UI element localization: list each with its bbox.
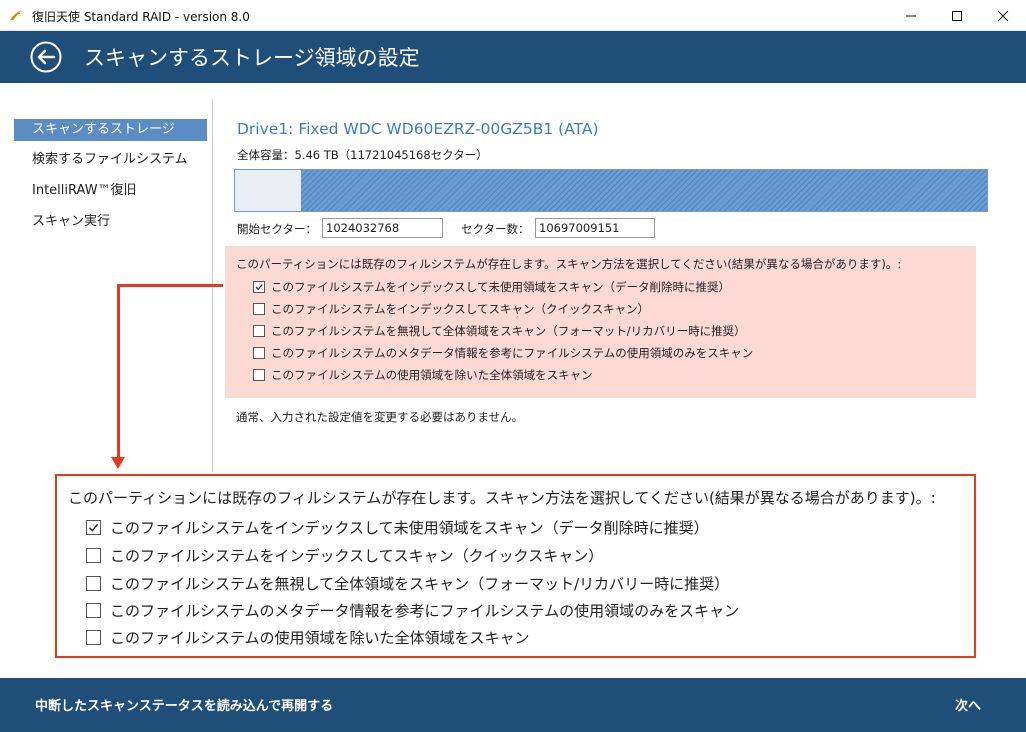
back-arrow-icon[interactable] (30, 41, 62, 73)
zoomed-scan-option-label: このファイルシステムをインデックスしてスキャン（クイックスキャン） (110, 546, 604, 565)
zoomed-scan-option-5[interactable]: このファイルシステムの使用領域を除いた全体領域をスキャン (86, 626, 530, 648)
checkbox[interactable] (86, 519, 101, 535)
sidebar-item-run-scan[interactable]: スキャン実行 (14, 211, 207, 233)
sidebar-item-intelliraw[interactable]: IntelliRAW™復旧 (14, 180, 207, 202)
check-icon (88, 523, 99, 532)
next-button[interactable]: 次へ (955, 695, 981, 714)
checkbox[interactable] (253, 325, 265, 337)
scan-option-label: このファイルシステムのメタデータ情報を参考にファイルシステムの使用領域のみをスキ… (271, 346, 754, 360)
zoomed-scan-options: このパーティションには既存のフィルシステムが存在します。スキャン方法を選択してく… (55, 474, 976, 658)
close-button[interactable] (980, 0, 1026, 31)
maximize-button[interactable] (934, 0, 980, 31)
minimize-icon (906, 15, 916, 16)
maximize-icon (952, 10, 962, 21)
zoomed-scan-option-2[interactable]: このファイルシステムをインデックスしてスキャン（クイックスキャン） (86, 544, 603, 566)
check-icon (255, 284, 263, 291)
scan-option-label: このファイルシステムをインデックスしてスキャン（クイックスキャン） (271, 302, 650, 316)
minimize-button[interactable] (888, 0, 934, 31)
zoomed-scan-option-label: このファイルシステムを無視して全体領域をスキャン（フォーマット/リカバリー時に推… (110, 574, 730, 593)
scan-option-label: このファイルシステムの使用領域を除いた全体領域をスキャン (271, 368, 593, 382)
zoomed-scan-option-3[interactable]: このファイルシステムを無視して全体領域をスキャン（フォーマット/リカバリー時に推… (86, 572, 729, 594)
title-bar: 復旧天使 Standard RAID - version 8.0 (0, 0, 1026, 31)
scan-option-3[interactable]: このファイルシステムを無視して全体領域をスキャン（フォーマット/リカバリー時に推… (253, 323, 746, 339)
sector-count-label: セクター数： (461, 222, 530, 236)
zoomed-scan-options-heading: このパーティションには既存のフィルシステムが存在します。スキャン方法を選択してく… (68, 489, 936, 507)
checkbox[interactable] (253, 369, 265, 381)
window-title: 復旧天使 Standard RAID - version 8.0 (32, 10, 250, 24)
partition-range-bar[interactable] (234, 169, 988, 212)
checkbox[interactable] (86, 602, 101, 618)
sidebar-item-storage[interactable]: スキャンするストレージ (14, 119, 207, 141)
drive-title: Drive1: Fixed WDC WD60EZRZ-00GZ5B1 (ATA) (237, 120, 599, 138)
start-sector-input[interactable]: 1024032768 (322, 218, 443, 238)
drive-capacity: 全体容量：5.46 TB（11721045168セクター） (237, 148, 488, 162)
zoomed-scan-option-1[interactable]: このファイルシステムをインデックスして未使用領域をスキャン（データ削除時に推奨） (86, 516, 709, 538)
scan-option-2[interactable]: このファイルシステムをインデックスしてスキャン（クイックスキャン） (253, 301, 649, 317)
selected-range-fill[interactable] (301, 170, 987, 211)
checkbox[interactable] (253, 281, 265, 293)
checkbox[interactable] (86, 547, 101, 563)
zoomed-scan-option-label: このファイルシステムの使用領域を除いた全体領域をスキャン (110, 628, 530, 647)
zoomed-scan-option-label: このファイルシステムをインデックスして未使用領域をスキャン（データ削除時に推奨） (110, 518, 709, 537)
callout-arrow-line (117, 284, 120, 459)
scan-option-1[interactable]: このファイルシステムをインデックスして未使用領域をスキャン（データ削除時に推奨） (253, 279, 730, 295)
checkbox[interactable] (253, 347, 265, 359)
callout-arrow-line (117, 284, 223, 287)
scan-option-label: このファイルシステムをインデックスして未使用領域をスキャン（データ削除時に推奨） (271, 280, 730, 294)
start-sector-label: 開始セクター： (237, 222, 318, 236)
app-logo-icon (10, 10, 22, 20)
scan-option-5[interactable]: このファイルシステムの使用領域を除いた全体領域をスキャン (253, 367, 593, 383)
checkbox[interactable] (86, 629, 101, 645)
callout-arrow-head (111, 457, 125, 469)
close-icon (997, 10, 1009, 21)
zoomed-scan-option-label: このファイルシステムのメタデータ情報を参考にファイルシステムの使用領域のみをスキ… (110, 601, 740, 620)
resume-scan-button[interactable]: 中断したスキャンステータスを読み込んで再開する (35, 695, 333, 714)
scan-option-label: このファイルシステムを無視して全体領域をスキャン（フォーマット/リカバリー時に推… (271, 324, 746, 338)
sector-count-input[interactable]: 10697009151 (535, 218, 655, 238)
page-header: スキャンするストレージ領域の設定 (0, 31, 1026, 83)
zoomed-scan-option-4[interactable]: このファイルシステムのメタデータ情報を参考にファイルシステムの使用領域のみをスキ… (86, 599, 739, 621)
checkbox[interactable] (253, 303, 265, 315)
scan-options-heading: このパーティションには既存のフィルシステムが存在します。スキャン方法を選択してく… (236, 257, 902, 271)
footer-bar: 中断したスキャンステータスを読み込んで再開する 次へ (0, 678, 1026, 732)
scan-options-panel: このパーティションには既存のフィルシステムが存在します。スキャン方法を選択してく… (225, 246, 976, 398)
sidebar-item-filesystem[interactable]: 検索するファイルシステム (14, 149, 207, 171)
checkbox[interactable] (86, 575, 101, 591)
info-note: 通常、入力された設定値を変更する必要はありません。 (236, 410, 524, 424)
scan-option-4[interactable]: このファイルシステムのメタデータ情報を参考にファイルシステムの使用領域のみをスキ… (253, 345, 753, 361)
page-title: スキャンするストレージ領域の設定 (84, 46, 420, 70)
